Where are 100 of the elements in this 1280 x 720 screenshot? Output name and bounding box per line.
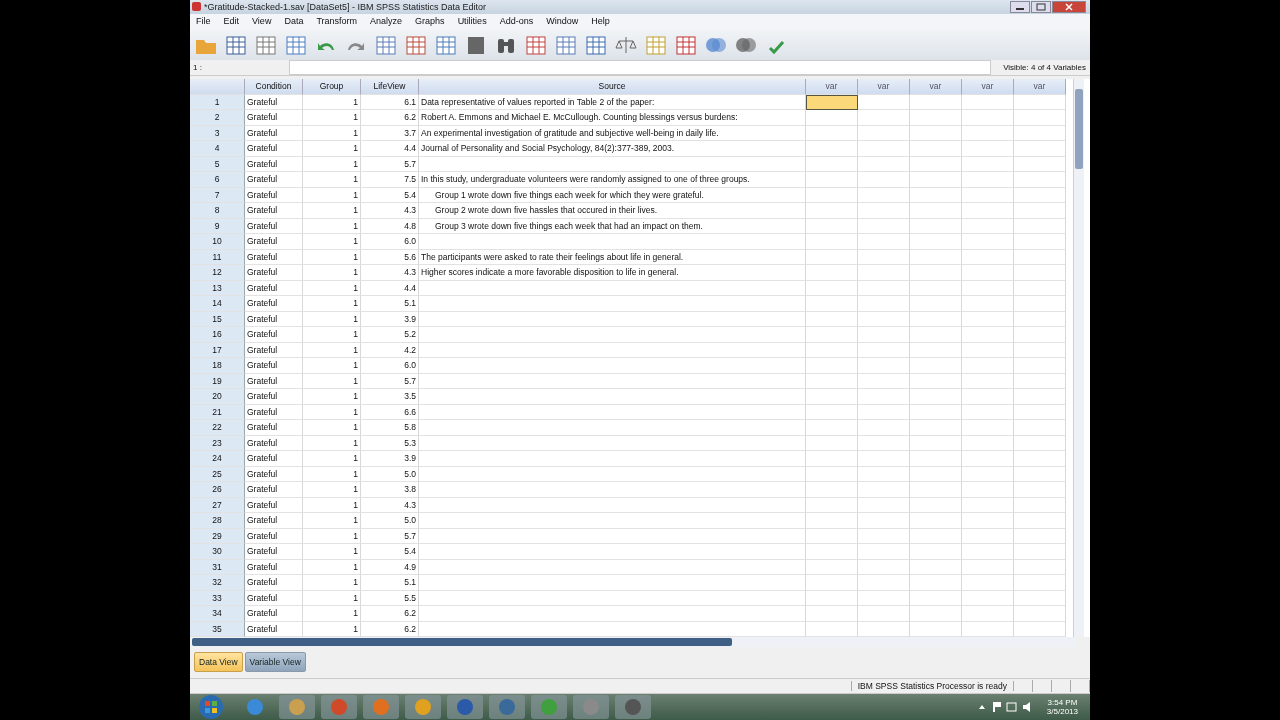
column-header[interactable]: var [806,79,858,95]
table-cell: Data representative of values reported in Table 2 of the paper: [419,94,806,111]
menu-item[interactable]: Graphs [415,16,445,27]
menu-item[interactable]: Analyze [370,16,403,27]
row-number[interactable]: 6 [190,172,245,188]
table-cell: 5.2 [361,327,419,343]
column-header[interactable]: Group [303,79,361,95]
row-number[interactable]: 12 [190,265,245,281]
column-header[interactable]: var [1014,79,1066,95]
column-header[interactable]: var [962,79,1014,95]
table-cell: Grateful [245,575,303,591]
row-number[interactable]: 24 [190,451,245,467]
table-cell: Grateful [245,110,303,126]
table-cell: 1 [303,265,361,281]
menu-item[interactable]: Data [284,16,304,27]
table-cell: Grateful [245,156,303,173]
row-number[interactable]: 34 [190,606,245,622]
table-cell: 1 [303,156,361,173]
table-cell: 5.7 [361,373,419,390]
table-cell: 1 [303,528,361,545]
column-header[interactable]: LifeView [361,79,419,95]
menu-item[interactable]: View [252,16,272,27]
grid-icon[interactable] [524,33,548,56]
table-cell: 1 [303,559,361,576]
table-cell: Grateful [245,141,303,157]
minimize-button[interactable] [1010,0,1030,13]
table-cell: 1 [303,125,361,142]
taskbar-app-icon[interactable] [362,694,400,720]
table-cell: 1 [303,358,361,374]
menu-item[interactable]: Help [591,16,610,27]
grid-icon[interactable] [674,33,698,56]
table-cell: Grateful [245,404,303,421]
grid-icon[interactable] [644,33,668,56]
menu-item[interactable]: Window [546,16,579,27]
taskbar-app-icon[interactable] [320,694,358,720]
table-cell: 1 [303,187,361,204]
table-cell: 1 [303,513,361,529]
cell-editor-field[interactable] [289,60,991,76]
table-cell: 5.1 [361,575,419,591]
grid-icon[interactable] [434,33,458,56]
table-cell: Group 1 wrote down five things each week for which they were grateful. [419,187,806,204]
table-cell: 5.7 [361,528,419,545]
table-cell: 1 [303,389,361,405]
table-cell: Grateful [245,544,303,560]
table-cell: 1 [303,466,361,483]
row-number[interactable]: 18 [190,358,245,374]
row-number[interactable]: 32 [190,575,245,591]
row-number[interactable]: 30 [190,544,245,560]
menu-item[interactable]: Add-ons [499,16,534,27]
table-cell: Grateful [245,420,303,436]
taskbar-app-icon[interactable] [572,694,610,720]
taskbar-app-icon[interactable] [614,694,652,720]
taskbar-app-icon[interactable] [446,694,484,720]
taskbar-app-icon[interactable] [404,694,442,720]
vertical-scrollbar[interactable] [1073,79,1084,638]
column-header[interactable]: Source [419,79,806,95]
view-tab[interactable]: Data View [194,651,243,672]
table-icon[interactable] [284,33,308,56]
table-cell: Grateful [245,497,303,514]
row-number[interactable]: 26 [190,482,245,498]
menu-item[interactable]: File [196,16,211,27]
view-tab[interactable]: Variable View [244,651,306,672]
grid-icon[interactable] [374,33,398,56]
column-header[interactable]: var [910,79,962,95]
corner-cell[interactable] [190,79,245,95]
table-cell: Robert A. Emmons and Michael E. McCullough. Counting blessings versus burdens: [419,110,806,126]
table-cell: 1 [303,606,361,622]
table-cell: 5.8 [361,420,419,436]
table-cell: Grateful [245,280,303,297]
table-cell: Grateful [245,482,303,498]
table-cell: In this study, undergraduate volunteers were randomly assigned to one of three groups. [419,172,806,188]
menu-item[interactable]: Transform [316,16,358,27]
row-number[interactable]: 2 [190,110,245,126]
taskbar-app-icon[interactable] [530,694,568,720]
table-cell: 1 [303,420,361,436]
column-header[interactable]: Condition [245,79,303,95]
row-number[interactable]: 28 [190,513,245,529]
horizontal-scrollbar[interactable] [192,637,1075,648]
row-number[interactable]: 14 [190,296,245,312]
table-cell: 4.9 [361,559,419,576]
grid-icon[interactable] [404,33,428,56]
row-number[interactable]: 16 [190,327,245,343]
table-cell: Journal of Personality and Social Psychology, 84(2):377-389, 2003. [419,141,806,157]
grid-icon[interactable] [584,33,608,56]
grid-icon[interactable] [554,33,578,56]
row-number[interactable]: 8 [190,203,245,219]
row-number[interactable]: 20 [190,389,245,405]
menu-item[interactable]: Utilities [457,16,487,27]
close-button[interactable] [1052,0,1086,13]
menu-item[interactable]: Edit [223,16,240,27]
table-cell: 1 [303,280,361,297]
taskbar-app-icon[interactable] [278,694,316,720]
row-number[interactable]: 22 [190,420,245,436]
column-header[interactable]: var [858,79,910,95]
taskbar-app-icon[interactable] [488,694,526,720]
row-number[interactable]: 4 [190,141,245,157]
table-cell: 4.3 [361,497,419,514]
table-cell: 4.2 [361,342,419,359]
row-number[interactable]: 10 [190,234,245,250]
start-button[interactable] [196,694,226,720]
